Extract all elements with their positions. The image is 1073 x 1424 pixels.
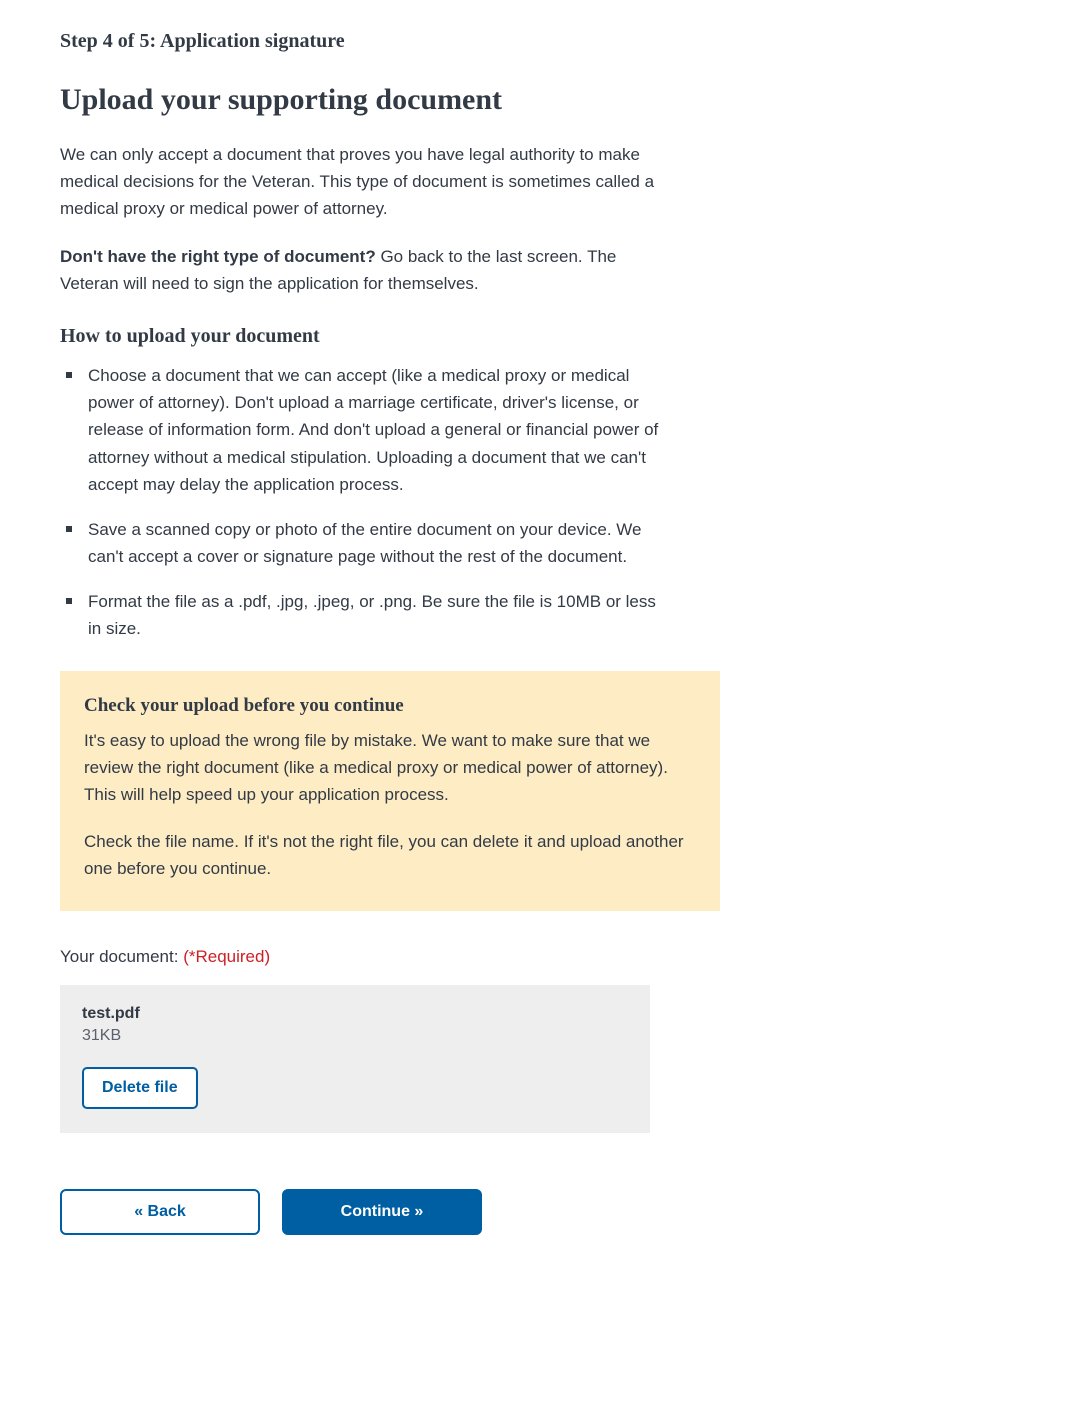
alert-paragraph-2: Check the file name. If it's not the rig… (84, 828, 696, 882)
form-page: Step 4 of 5: Application signature Uploa… (60, 30, 760, 1235)
howto-list: Choose a document that we can accept (li… (60, 362, 660, 643)
uploaded-file-card: test.pdf 31KB Delete file (60, 985, 650, 1133)
warning-alert: Check your upload before you continue It… (60, 671, 720, 911)
list-item: Choose a document that we can accept (li… (84, 362, 660, 498)
field-label-text: Your document: (60, 947, 183, 966)
back-button[interactable]: « Back (60, 1189, 260, 1235)
step-indicator: Step 4 of 5: Application signature (60, 30, 760, 53)
alert-paragraph-1: It's easy to upload the wrong file by mi… (84, 727, 696, 809)
continue-button[interactable]: Continue » (282, 1189, 482, 1235)
file-size: 31KB (82, 1027, 628, 1045)
delete-file-button[interactable]: Delete file (82, 1067, 198, 1109)
file-name: test.pdf (82, 1005, 628, 1023)
page-heading: Upload your supporting document (60, 83, 760, 117)
document-field-label: Your document: (*Required) (60, 947, 760, 967)
list-item: Save a scanned copy or photo of the enti… (84, 516, 660, 570)
intro-paragraph: We can only accept a document that prove… (60, 141, 660, 223)
required-indicator: (*Required) (183, 947, 270, 966)
form-navigation: « Back Continue » (60, 1189, 760, 1235)
howto-heading: How to upload your document (60, 325, 760, 348)
no-document-question: Don't have the right type of document? (60, 247, 376, 266)
list-item: Format the file as a .pdf, .jpg, .jpeg, … (84, 588, 660, 642)
alert-heading: Check your upload before you continue (84, 695, 696, 717)
no-document-paragraph: Don't have the right type of document? G… (60, 243, 660, 297)
